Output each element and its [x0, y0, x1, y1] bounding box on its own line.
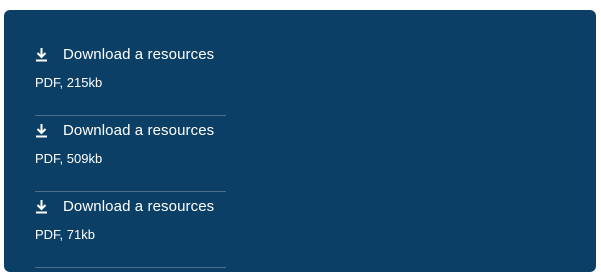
resource-item: Download a resources PDF, 215kb: [35, 40, 226, 116]
resource-meta: PDF, 71kb: [35, 227, 95, 242]
resource-meta: PDF, 215kb: [35, 75, 103, 90]
resources-panel: Download a resources PDF, 215kb Download…: [4, 10, 596, 272]
download-icon: [35, 123, 48, 138]
resource-download-link[interactable]: Download a resources: [35, 192, 226, 217]
resource-item: Download a resources PDF, 71kb: [35, 192, 226, 268]
resource-meta: PDF, 509kb: [35, 151, 103, 166]
download-icon: [35, 47, 48, 62]
resource-label[interactable]: Download a resources: [63, 121, 214, 141]
download-icon: [35, 199, 48, 214]
resource-label[interactable]: Download a resources: [63, 45, 214, 65]
resource-download-link[interactable]: Download a resources: [35, 116, 226, 141]
resource-label[interactable]: Download a resources: [63, 197, 214, 217]
resource-download-link[interactable]: Download a resources: [35, 40, 226, 65]
resource-item: Download a resources PDF, 509kb: [35, 116, 226, 192]
